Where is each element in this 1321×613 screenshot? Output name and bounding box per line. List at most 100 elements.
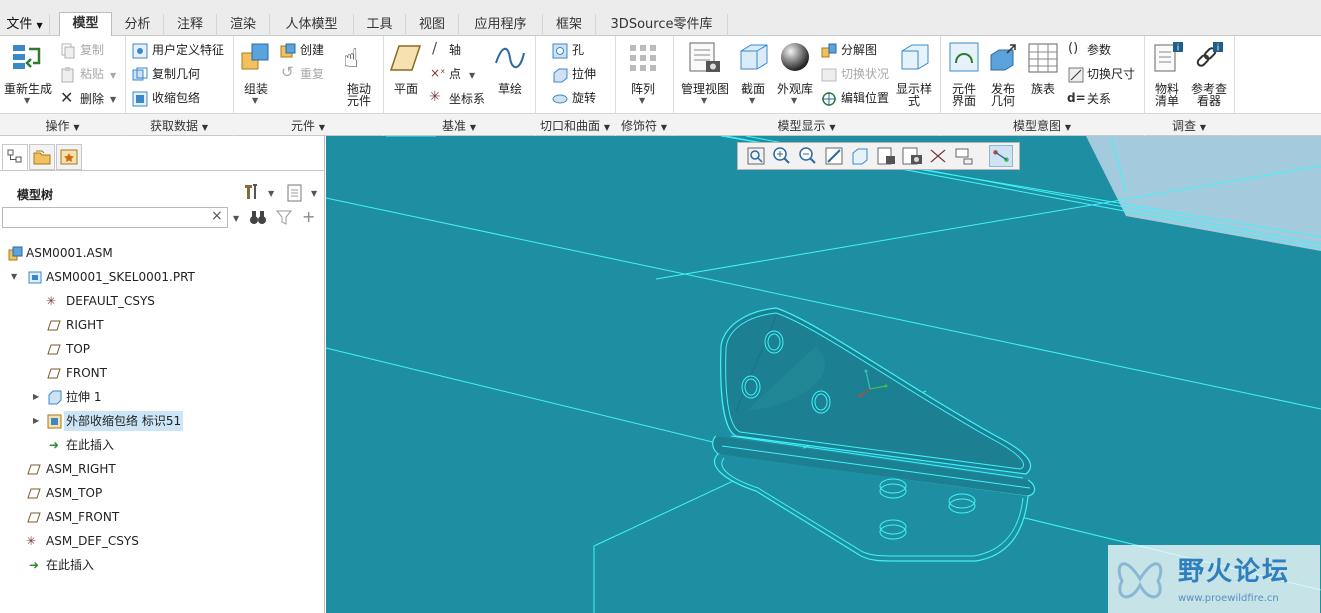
relations-button[interactable]: 关系 bbox=[1087, 92, 1111, 107]
datum-display-icon[interactable] bbox=[952, 145, 976, 167]
filter-icon[interactable] bbox=[276, 210, 292, 225]
refit-icon[interactable] bbox=[744, 145, 768, 167]
group-datum[interactable]: 基准 ▼ bbox=[383, 117, 535, 134]
tab-applications[interactable]: 应用程序 bbox=[459, 14, 543, 36]
display-style-icon bbox=[901, 44, 929, 70]
tree-item-asm-front[interactable]: ASM_FRONT bbox=[0, 507, 320, 527]
repaint-icon[interactable] bbox=[822, 145, 846, 167]
group-modifiers[interactable]: 修饰符 ▼ bbox=[615, 117, 673, 134]
tree-item-asm-def-csys[interactable]: ✳ ASM_DEF_CSYS bbox=[0, 531, 320, 551]
binoculars-icon[interactable] bbox=[249, 209, 267, 225]
group-investigate[interactable]: 调查 ▼ bbox=[1144, 117, 1234, 134]
chevron-down-icon: ▼ bbox=[469, 123, 476, 132]
udf-button[interactable]: 用户定义特征 bbox=[152, 43, 224, 58]
tree-item-asm0001[interactable]: ASM0001.ASM bbox=[0, 243, 320, 263]
tab-3dsource[interactable]: 3DSource零件库 bbox=[596, 14, 728, 36]
shrinkwrap-button[interactable]: 收缩包络 bbox=[152, 91, 200, 106]
insert-arrow-icon: ➜ bbox=[49, 438, 60, 452]
delete-button[interactable]: 删除 bbox=[80, 92, 104, 107]
collapse-icon[interactable]: ▼ bbox=[11, 267, 17, 287]
tab-manikin[interactable]: 人体模型 bbox=[270, 14, 354, 36]
tab-tools[interactable]: 工具 bbox=[354, 14, 406, 36]
group-label: 元件 bbox=[291, 119, 316, 133]
extrude-button[interactable]: 拉伸 bbox=[572, 67, 596, 82]
view-manager-icon[interactable] bbox=[900, 145, 924, 167]
toggle-status-button[interactable]: 切换状况 bbox=[841, 67, 889, 82]
tree-item-label: FRONT bbox=[66, 366, 107, 380]
group-component[interactable]: 元件 ▼ bbox=[233, 117, 383, 134]
extrude-icon bbox=[553, 68, 568, 83]
tab-model[interactable]: 模型 bbox=[59, 12, 112, 37]
tab-render[interactable]: 渲染 bbox=[217, 14, 270, 36]
tree-item-front[interactable]: FRONT bbox=[0, 363, 320, 383]
perspective-icon[interactable] bbox=[926, 145, 950, 167]
add-column-icon[interactable]: + bbox=[302, 207, 315, 226]
csys-button[interactable]: 坐标系 bbox=[449, 92, 485, 107]
repeat-button[interactable]: 重复 bbox=[300, 67, 324, 82]
tab-view[interactable]: 视图 bbox=[406, 14, 459, 36]
axis-icon: / bbox=[432, 39, 438, 57]
tab-frame[interactable]: 框架 bbox=[543, 14, 596, 36]
family-table-label: 族表 bbox=[1030, 82, 1055, 96]
expand-icon[interactable]: ▶ bbox=[33, 411, 39, 431]
point-button[interactable]: 点 bbox=[449, 67, 461, 82]
saved-orientations-icon[interactable] bbox=[874, 145, 898, 167]
copy-geometry-button[interactable]: 复制几何 bbox=[152, 67, 200, 82]
tab-model-tree[interactable] bbox=[2, 144, 28, 170]
model-graphics[interactable] bbox=[326, 136, 1321, 613]
zoom-in-icon[interactable] bbox=[770, 145, 794, 167]
annotation-display-icon[interactable] bbox=[989, 145, 1013, 167]
tab-analysis[interactable]: 分析 bbox=[112, 14, 164, 36]
tree-item-insert-here-asm[interactable]: ➜ 在此插入 bbox=[0, 555, 320, 575]
graphics-viewport[interactable]: 野火论坛 www.proewildfire.cn bbox=[326, 136, 1321, 613]
copy-button[interactable]: 复制 bbox=[80, 43, 104, 58]
tab-favorites[interactable] bbox=[56, 144, 82, 170]
group-get-data[interactable]: 获取数据 ▼ bbox=[125, 117, 233, 134]
chevron-down-icon[interactable]: ▼ bbox=[233, 214, 239, 223]
group-label: 模型意图 bbox=[1013, 119, 1062, 133]
create-button[interactable]: 创建 bbox=[300, 43, 324, 58]
component-interface-icon bbox=[949, 42, 979, 72]
switch-dimensions-button[interactable]: 切换尺寸 bbox=[1087, 67, 1135, 82]
chevron-down-icon[interactable]: ▼ bbox=[268, 189, 274, 198]
tree-item-external-shrinkwrap[interactable]: ▶ 外部收缩包络 标识51 bbox=[0, 411, 320, 431]
hole-button[interactable]: 孔 bbox=[572, 43, 584, 58]
tree-item-extrude-1[interactable]: ▶ 拉伸 1 bbox=[0, 387, 320, 407]
switch-dimensions-icon bbox=[1068, 67, 1084, 83]
menu-bar: 文件 ▼ 模型 分析 注释 渲染 人体模型 工具 视图 应用程序 框架 3DSo… bbox=[0, 0, 1321, 37]
tab-annotate[interactable]: 注释 bbox=[164, 14, 217, 36]
group-cut-surface[interactable]: 切口和曲面 ▼ bbox=[535, 117, 615, 134]
tree-item-label: 外部收缩包络 标识51 bbox=[64, 411, 184, 431]
file-menu[interactable]: 文件 ▼ bbox=[0, 14, 50, 36]
display-style-icon[interactable] bbox=[848, 145, 872, 167]
axis-button[interactable]: 轴 bbox=[449, 43, 461, 58]
datum-plane-icon bbox=[27, 512, 41, 523]
edit-position-button[interactable]: 编辑位置 bbox=[841, 91, 889, 106]
tree-item-asm-top[interactable]: ASM_TOP bbox=[0, 483, 320, 503]
expand-icon[interactable]: ▶ bbox=[33, 387, 39, 407]
sphere-icon bbox=[781, 43, 809, 71]
group-model-intent[interactable]: 模型意图 ▼ bbox=[940, 117, 1144, 134]
tree-item-top[interactable]: TOP bbox=[0, 339, 320, 359]
group-operations[interactable]: 操作 ▼ bbox=[0, 117, 125, 134]
tree-item-insert-here[interactable]: ➜ 在此插入 bbox=[0, 435, 320, 455]
tree-item-right[interactable]: RIGHT bbox=[0, 315, 320, 335]
revolve-button[interactable]: 旋转 bbox=[572, 91, 596, 106]
search-clear-icon[interactable]: × bbox=[211, 208, 223, 224]
chevron-down-icon[interactable]: ▼ bbox=[311, 189, 317, 198]
explode-button[interactable]: 分解图 bbox=[841, 43, 877, 58]
point-icon: ×ˣ bbox=[430, 66, 446, 80]
tree-search-input[interactable] bbox=[2, 207, 228, 228]
zoom-out-icon[interactable] bbox=[796, 145, 820, 167]
tree-item-default-csys[interactable]: ✳ DEFAULT_CSYS bbox=[0, 291, 320, 311]
tree-item-asm-right[interactable]: ASM_RIGHT bbox=[0, 459, 320, 479]
tree-show-icon[interactable] bbox=[286, 184, 304, 202]
group-model-display[interactable]: 模型显示 ▼ bbox=[673, 117, 940, 134]
paste-button[interactable]: 粘贴 bbox=[80, 67, 104, 82]
tree-item-skeleton[interactable]: ▼ ASM0001_SKEL0001.PRT bbox=[0, 267, 320, 287]
parameters-button[interactable]: 参数 bbox=[1087, 43, 1111, 58]
publish-geometry-icon bbox=[990, 44, 1016, 71]
tab-folder-browser[interactable] bbox=[29, 144, 55, 170]
tree-settings-icon[interactable] bbox=[242, 183, 262, 201]
chevron-down-icon: ▼ bbox=[73, 123, 80, 132]
